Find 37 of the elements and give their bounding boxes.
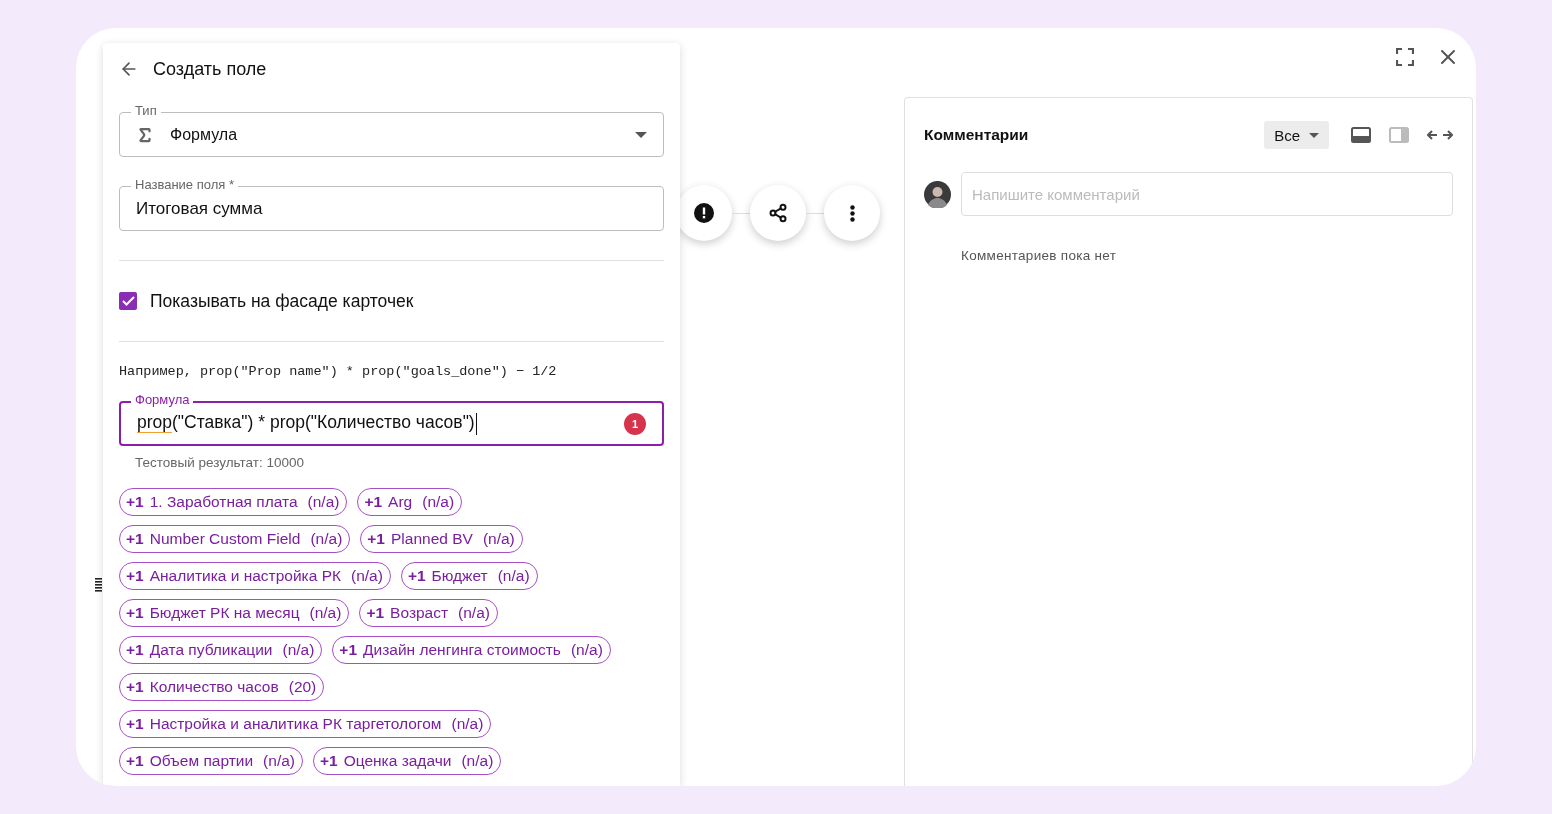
- more-icon: [849, 204, 855, 222]
- property-chip[interactable]: +1 Arg (n/a): [357, 488, 463, 516]
- property-chip[interactable]: +1 Количество часов (20): [119, 673, 325, 701]
- example-text: Например, prop("Prop name") * prop("goals_done") − 1/2: [119, 364, 558, 379]
- caret-icon: [1309, 132, 1319, 138]
- property-chip[interactable]: +1 Дата публикации (n/a): [119, 636, 323, 664]
- share-icon: [768, 203, 788, 223]
- drag-handle-icon[interactable]: [95, 577, 102, 593]
- property-chip[interactable]: +1 Бюджет РК на месяц (n/a): [119, 599, 350, 627]
- property-chip[interactable]: +1 Оценка задачи (n/a): [312, 747, 502, 775]
- share-button[interactable]: [750, 185, 806, 241]
- checkbox-label: Показывать на фасаде карточек: [150, 290, 414, 312]
- panel-title: Создать поле: [153, 58, 267, 80]
- caret-icon: [635, 131, 647, 138]
- property-chip[interactable]: +1 1. Заработная плата (n/a): [119, 488, 348, 516]
- comments-title: Комментарии: [924, 126, 1030, 144]
- property-chip[interactable]: +1 Объем партии (n/a): [119, 747, 303, 775]
- property-chip[interactable]: +1 Возраст (n/a): [359, 599, 498, 627]
- arrows-icon[interactable]: [1427, 130, 1453, 140]
- avatar: [924, 180, 951, 208]
- error-count-badge: 1: [624, 412, 646, 435]
- fullscreen-button[interactable]: [1396, 47, 1414, 66]
- property-chip[interactable]: +1 Number Custom Field (n/a): [119, 525, 351, 553]
- comment-input[interactable]: Напишите комментарий: [961, 172, 1453, 216]
- property-chip[interactable]: +1 Бюджет (n/a): [400, 562, 538, 590]
- alert-icon: [694, 203, 714, 223]
- field-label: Формула: [131, 392, 194, 408]
- bottom-panel-icon[interactable]: [1351, 127, 1371, 143]
- sigma-icon: [136, 125, 154, 144]
- empty-comments-text: Комментариев пока нет: [961, 248, 1118, 263]
- property-chip[interactable]: +1 Дизайн ленгинга стоимость (n/a): [332, 636, 611, 664]
- property-chip[interactable]: +1 Настройка и аналитика РК таргетологом (n/a): [119, 710, 492, 738]
- checkbox[interactable]: [119, 292, 137, 310]
- property-chip[interactable]: +1 Planned BV (n/a): [360, 525, 523, 553]
- test-result-text: Тестовый результат: 10000: [135, 455, 305, 470]
- filter-dropdown[interactable]: Все: [1264, 121, 1329, 149]
- property-chip[interactable]: +1 Аналитика и настройка РК (n/a): [119, 562, 391, 590]
